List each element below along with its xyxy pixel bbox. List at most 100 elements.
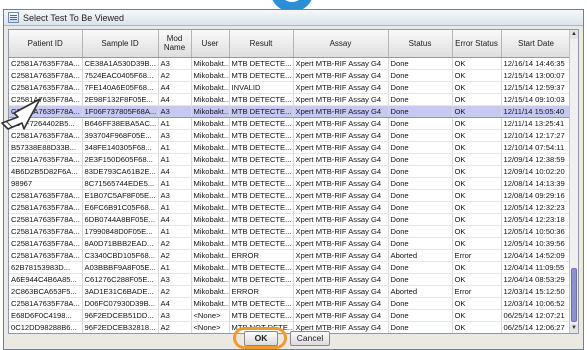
column-header-user[interactable]: User (191, 30, 230, 58)
table-row[interactable]: 98967 8C71565744EDE5... A1 Mikobakt... MTB D… (9, 177, 572, 190)
table-row[interactable]: 2C863BCA653F5... 3AD1E31C6BADE... A2 Mikoba… (9, 285, 572, 298)
cell-error-status: OK (452, 141, 502, 154)
cell-start-date: 12/15/14 13:00:07 (501, 69, 572, 82)
cell-mod-name: A4 (158, 81, 192, 94)
cell-sample-id: CE38A1A530D39B... (82, 57, 159, 70)
cell-error-status: OK (452, 273, 502, 286)
cell-mod-name: A3 (158, 104, 192, 118)
table-row[interactable]: C2581A7635F78A... 7FE140A6E05F68... A4 Miko… (9, 81, 572, 94)
cell-start-date: 12/10/14 12:17:27 (501, 129, 572, 142)
table-row[interactable]: C2581A7635F78A... 8A0D71BBB2EAD... A2 Mikob… (9, 237, 572, 250)
cell-sample-id: 1F06F737805F68A... (82, 104, 159, 118)
cell-mod-name: A2 (158, 69, 192, 82)
table-row[interactable]: 9D7F7264402B5... B646FF38EBA5AC... A1 Mikob… (9, 117, 572, 130)
cell-sample-id: 7FE140A6E05F68... (82, 81, 159, 94)
cell-user: Mikobakt... (191, 129, 230, 142)
cell-patient-id: 4B6D2B5D82F6A... (9, 165, 83, 178)
cell-result: INVALID (229, 81, 294, 94)
cell-sample-id: 8A0D71BBB2EAD... (82, 237, 159, 250)
cell-mod-name: A3 (158, 57, 192, 70)
vertical-scrollbar[interactable]: ▲ ▼ (569, 30, 578, 333)
scroll-up-icon[interactable]: ▲ (570, 30, 578, 39)
select-test-dialog: Select Test To Be Viewed Patient ID Samp… (3, 9, 584, 350)
cell-assay: Xpert MTB-RIF Assay G4 (293, 93, 389, 106)
cell-sample-id: C3340CBD105F68... (82, 249, 159, 262)
cell-start-date: 12/03/14 10:06:52 (501, 297, 572, 310)
cell-result: MTB DETECTE... (229, 297, 294, 310)
cell-error-status: OK (452, 213, 502, 226)
cell-result: MTB DETECTE... (229, 189, 294, 202)
cell-patient-id: C2581A7635F78A... (9, 237, 83, 250)
cell-sample-id: 8C71565744EDE5... (82, 177, 159, 190)
cell-patient-id: C2581A7635F78A... (9, 189, 83, 202)
cell-status: Done (388, 104, 453, 118)
column-header-assay[interactable]: Assay (293, 30, 389, 58)
table-row[interactable]: C2581A7635F78A... 1F06F737805F68A... A3 Mik… (9, 104, 572, 118)
cell-user: Mikobakt... (191, 153, 230, 166)
table-row[interactable]: C2581A7635F78A... 393704F968F05E... A3 Miko… (9, 129, 572, 142)
table-row[interactable]: 4B6D2B5D82F6A... 83DE793CA61B2E... A4 Mikob… (9, 165, 572, 178)
table-row[interactable]: C2581A7635F78A... C3340CBD105F68... A2 Miko… (9, 249, 572, 262)
cell-error-status: OK (452, 117, 502, 130)
window-icon (8, 12, 19, 23)
scroll-thumb[interactable] (571, 268, 577, 322)
cell-status: Done (388, 201, 453, 214)
table-row[interactable]: C2581A7635F78A... 7524EAC0405F68... A2 Miko… (9, 69, 572, 82)
cell-mod-name: A1 (158, 117, 192, 130)
cell-mod-name: A3 (158, 309, 192, 322)
cell-patient-id: C2581A7635F78A... (9, 57, 83, 70)
table-row[interactable]: C2581A7635F78A... 17990848D0F05E... A1 Miko… (9, 225, 572, 238)
table-row[interactable]: 62B78153983D... A03BBBF9A8F05E... A1 Mikoba… (9, 261, 572, 274)
cell-error-status: OK (452, 153, 502, 166)
cell-mod-name: A1 (158, 201, 192, 214)
table-row[interactable]: C2581A7635F78A... 2E3F150D605F68... A1 Miko… (9, 153, 572, 166)
cell-patient-id: C2581A7635F78A... (9, 249, 83, 262)
table-row[interactable]: E68D6F0C4198... 96F2EDCEB51DD... A3 <None> M… (9, 309, 572, 322)
cell-assay: Xpert MTB-RIF Assay G4 (293, 177, 389, 190)
column-header-mod-name[interactable]: Mod Name (158, 30, 192, 58)
column-header-status[interactable]: Status (388, 30, 453, 58)
table-row[interactable]: C2581A7635F78A... D06FC07930D39B... A4 Miko… (9, 297, 572, 310)
cell-error-status: OK (452, 309, 502, 322)
cell-start-date: 12/15/14 12:59:37 (501, 81, 572, 94)
cell-assay: Xpert MTB-RIF Assay G4 (293, 69, 389, 82)
cell-status: Done (388, 141, 453, 154)
cell-user: Mikobakt... (191, 93, 230, 106)
column-header-start-date[interactable]: Start Date (501, 30, 572, 58)
cell-user: Mikobakt... (191, 273, 230, 286)
cell-mod-name: A1 (158, 141, 192, 154)
column-header-error-status[interactable]: Error Status (452, 30, 502, 58)
cell-user: Mikobakt... (191, 165, 230, 178)
table-row[interactable]: B57338E88D33B... 348FE140305F68... A1 Mikob… (9, 141, 572, 154)
table-row[interactable]: A6E944C4B6A85... C61276C288F05E... A3 Mikob… (9, 273, 572, 286)
cell-patient-id: C2581A7635F78A... (9, 213, 83, 226)
cell-start-date: 12/08/14 14:13:39 (501, 177, 572, 190)
table-row[interactable]: C2581A7635F78A... E1B07C5AF8F05E... A3 Miko… (9, 189, 572, 202)
cell-assay: Xpert MTB-RIF Assay G4 (293, 201, 389, 214)
table-row[interactable]: C2581A7635F78A... 2E98F132F8F05E... A4 Miko… (9, 93, 572, 106)
table-row[interactable]: C2581A7635F78A... CE38A1A530D39B... A3 Miko… (9, 57, 572, 70)
scroll-down-icon[interactable]: ▼ (570, 324, 578, 333)
column-header-patient-id[interactable]: Patient ID (9, 30, 83, 58)
cell-user: <None> (191, 321, 230, 333)
cell-sample-id: 17990848D0F05E... (82, 225, 159, 238)
cell-start-date: 12/09/14 12:38:59 (501, 153, 572, 166)
table-row[interactable]: C2581A7635F78A... 6DB0744A8BF05E... A4 Miko… (9, 213, 572, 226)
cell-user: <None> (191, 309, 230, 322)
cell-assay: Xpert MTB-RIF Assay G4 (293, 249, 389, 262)
column-header-sample-id[interactable]: Sample ID (82, 30, 159, 58)
cell-result: MTB DETECTE... (229, 225, 294, 238)
cell-status: Done (388, 81, 453, 94)
cell-status: Done (388, 273, 453, 286)
column-header-result[interactable]: Result (229, 30, 294, 58)
cancel-button[interactable]: Cancel (290, 331, 330, 346)
cell-result: MTB DETECTE... (229, 141, 294, 154)
cell-result: MTB DETECTE... (229, 201, 294, 214)
table-row[interactable]: C2581A7635F78A... E6FC6B91C05F68... A1 Miko… (9, 201, 572, 214)
cell-mod-name: A4 (158, 93, 192, 106)
cell-error-status: OK (452, 261, 502, 274)
cell-user: Mikobakt... (191, 249, 230, 262)
ok-button[interactable]: OK (244, 331, 278, 346)
cell-user: Mikobakt... (191, 261, 230, 274)
cell-assay: Xpert MTB-RIF Assay G4 (293, 213, 389, 226)
